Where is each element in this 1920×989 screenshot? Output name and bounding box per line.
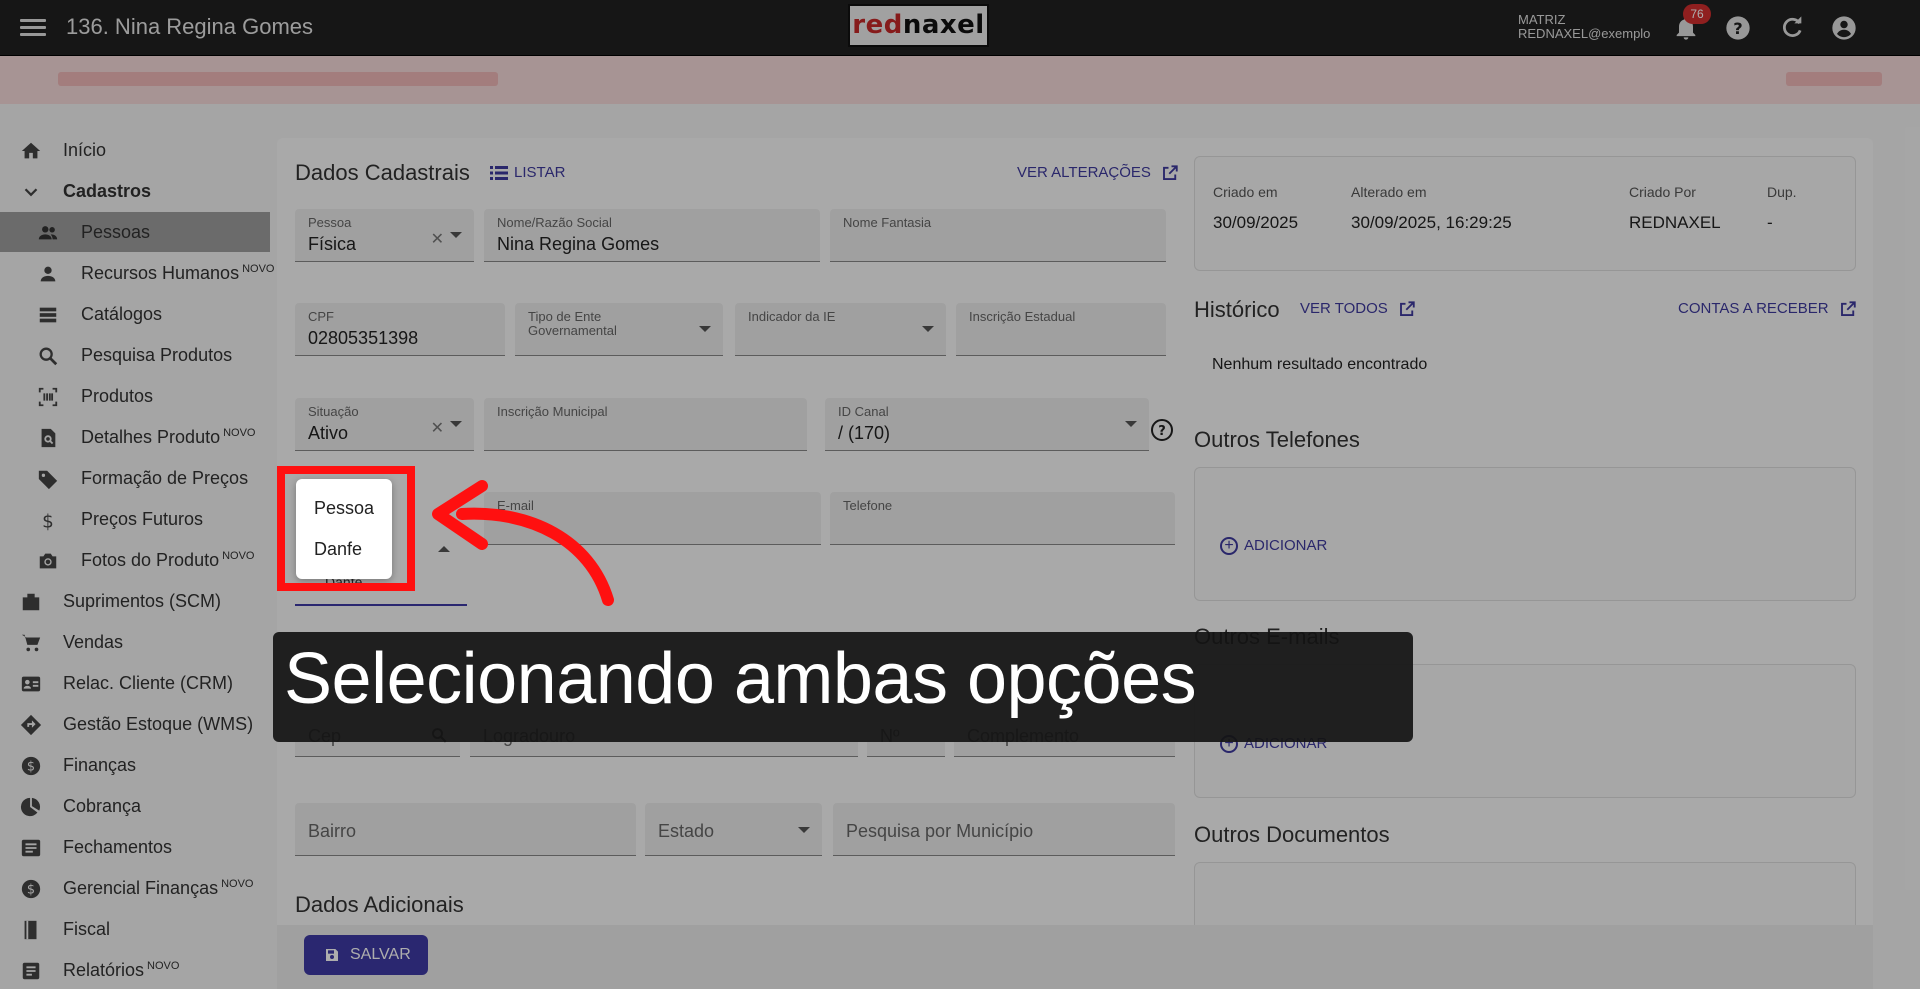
annotation-highlight-box: [277, 466, 415, 591]
annotation-arrow: [432, 480, 614, 606]
annotation-caption: Selecionando ambas opções: [284, 639, 1197, 719]
